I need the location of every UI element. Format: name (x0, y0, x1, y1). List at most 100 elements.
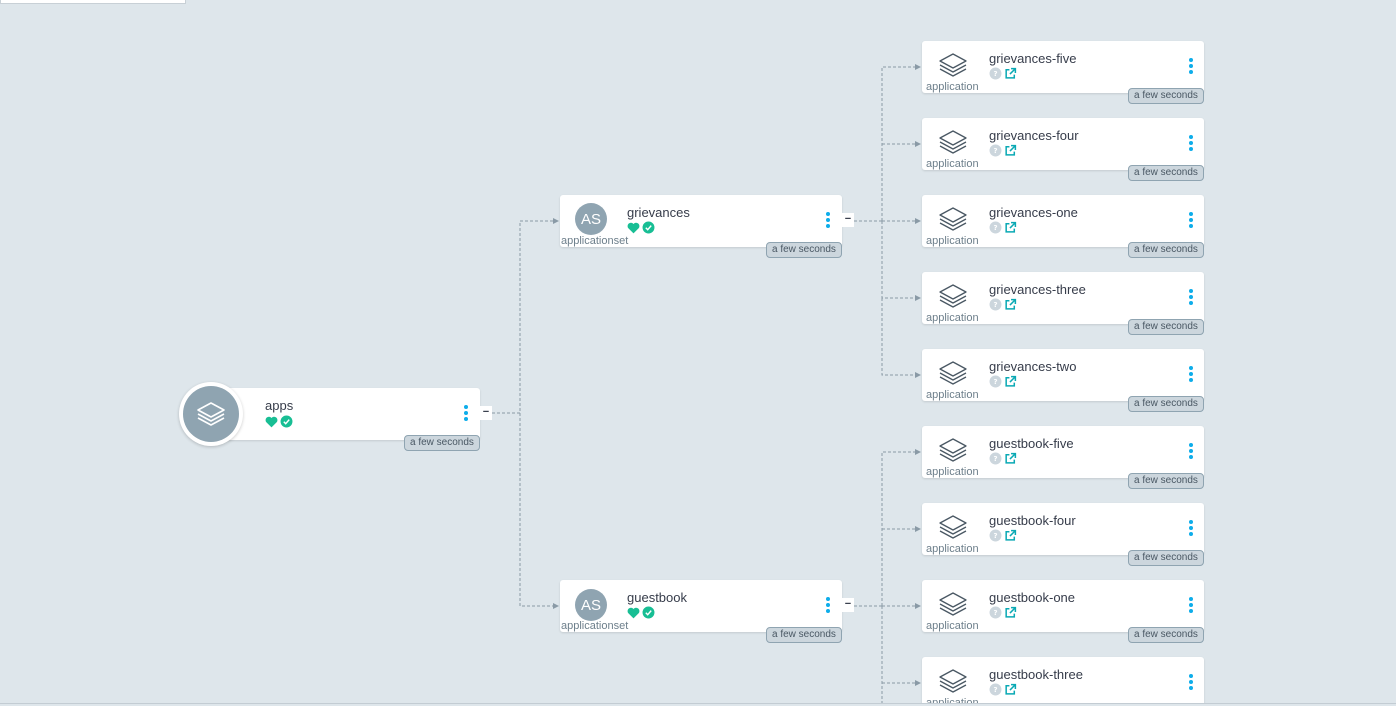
node-title: guestbook (627, 590, 687, 605)
node-status: ? (989, 375, 1017, 388)
kebab-menu-icon[interactable] (824, 211, 832, 229)
node-title: guestbook-four (989, 513, 1076, 528)
external-link-icon[interactable] (1004, 144, 1017, 157)
svg-text:?: ? (993, 608, 997, 617)
kebab-menu-icon[interactable] (1187, 134, 1195, 152)
external-link-icon[interactable] (1004, 67, 1017, 80)
age-badge: a few seconds (766, 242, 842, 258)
applicationset-icon: AS (575, 203, 607, 235)
node-app-guestbook-five[interactable]: guestbook-five? application a few seconds (922, 426, 1204, 489)
node-appset-grievances[interactable]: AS grievances applicationset a few secon… (560, 195, 842, 258)
node-status: ? (989, 606, 1017, 619)
heart-icon (265, 416, 278, 427)
external-link-icon[interactable] (1004, 221, 1017, 234)
layers-icon (939, 515, 967, 539)
collapse-toggle-apps[interactable]: − (480, 406, 492, 420)
kebab-menu-icon[interactable] (1187, 673, 1195, 691)
node-kind: application (926, 158, 979, 170)
node-status: ? (989, 529, 1017, 542)
age-badge: a few seconds (1128, 165, 1204, 181)
applicationset-icon: AS (575, 589, 607, 621)
node-status: ? (989, 67, 1017, 80)
question-circle-icon: ? (989, 144, 1002, 157)
node-kind: application (926, 389, 979, 401)
age-badge: a few seconds (404, 435, 480, 451)
node-status: ? (989, 221, 1017, 234)
node-kind: applicationset (561, 235, 629, 247)
edge-grievances-three (881, 221, 921, 301)
kebab-menu-icon[interactable] (824, 596, 832, 614)
node-title: apps (265, 398, 294, 413)
node-app-grievances-five[interactable]: grievances-five? application a few seconds (922, 41, 1204, 104)
node-app-guestbook-one[interactable]: guestbook-one? application a few seconds (922, 580, 1204, 643)
node-app-grievances-one[interactable]: grievances-one? application a few seconds (922, 195, 1204, 258)
age-badge: a few seconds (1128, 473, 1204, 489)
external-link-icon[interactable] (1004, 683, 1017, 696)
external-link-icon[interactable] (1004, 298, 1017, 311)
heart-icon (627, 607, 640, 618)
layers-icon (939, 284, 967, 308)
layers-icon (197, 402, 225, 426)
node-app-grievances-three[interactable]: grievances-three? application a few second… (922, 272, 1204, 335)
age-badge: a few seconds (1128, 550, 1204, 566)
question-circle-icon: ? (989, 221, 1002, 234)
node-title: grievances-four (989, 128, 1079, 143)
external-link-icon[interactable] (1004, 606, 1017, 619)
collapse-toggle-grievances[interactable]: − (842, 213, 854, 227)
kebab-menu-icon[interactable] (1187, 288, 1195, 306)
node-appset-guestbook[interactable]: AS guestbook applicationset a few second… (560, 580, 842, 643)
external-link-icon[interactable] (1004, 375, 1017, 388)
node-app-guestbook-three[interactable]: guestbook-three? application (922, 657, 1204, 706)
question-circle-icon: ? (989, 683, 1002, 696)
node-kind: application (926, 235, 979, 247)
layers-icon (939, 130, 967, 154)
check-circle-icon (642, 606, 655, 619)
node-title: guestbook-three (989, 667, 1083, 682)
kebab-menu-icon[interactable] (1187, 519, 1195, 537)
age-badge: a few seconds (1128, 88, 1204, 104)
node-status (627, 606, 655, 619)
kebab-menu-icon[interactable] (1187, 442, 1195, 460)
question-circle-icon: ? (989, 606, 1002, 619)
svg-text:?: ? (993, 300, 997, 309)
layers-icon (939, 438, 967, 462)
age-badge: a few seconds (1128, 396, 1204, 412)
svg-text:?: ? (993, 454, 997, 463)
age-badge: a few seconds (1128, 319, 1204, 335)
age-badge: a few seconds (1128, 242, 1204, 258)
layers-icon (939, 669, 967, 693)
kebab-menu-icon[interactable] (1187, 211, 1195, 229)
edge-apps-guestbook (519, 413, 559, 609)
question-circle-icon: ? (989, 452, 1002, 465)
layers-icon (939, 361, 967, 385)
question-circle-icon: ? (989, 298, 1002, 311)
node-app-grievances-four[interactable]: grievances-four? application a few seconds (922, 118, 1204, 181)
node-title: grievances-three (989, 282, 1086, 297)
node-kind: application (926, 620, 979, 632)
kebab-menu-icon[interactable] (1187, 365, 1195, 383)
node-title: grievances-two (989, 359, 1077, 374)
svg-text:?: ? (993, 69, 997, 78)
node-app-guestbook-four[interactable]: guestbook-four? application a few seconds (922, 503, 1204, 566)
node-status: ? (989, 683, 1017, 696)
node-kind: application (926, 466, 979, 478)
edge-apps-grievances (492, 218, 559, 414)
svg-text:?: ? (993, 223, 997, 232)
check-circle-icon (280, 415, 293, 428)
node-status: ? (989, 144, 1017, 157)
question-circle-icon: ? (989, 529, 1002, 542)
layers-icon (939, 592, 967, 616)
node-title: guestbook-five (989, 436, 1074, 451)
layers-icon (939, 207, 967, 231)
kebab-menu-icon[interactable] (1187, 57, 1195, 75)
node-apps[interactable]: apps a few seconds (212, 388, 480, 451)
kebab-menu-icon[interactable] (462, 404, 470, 422)
svg-text:?: ? (993, 146, 997, 155)
kebab-menu-icon[interactable] (1187, 596, 1195, 614)
age-badge: a few seconds (1128, 627, 1204, 643)
external-link-icon[interactable] (1004, 452, 1017, 465)
collapse-toggle-guestbook[interactable]: − (842, 598, 854, 612)
node-app-grievances-two[interactable]: grievances-two? application a few seconds (922, 349, 1204, 412)
external-link-icon[interactable] (1004, 529, 1017, 542)
node-title: guestbook-one (989, 590, 1076, 605)
